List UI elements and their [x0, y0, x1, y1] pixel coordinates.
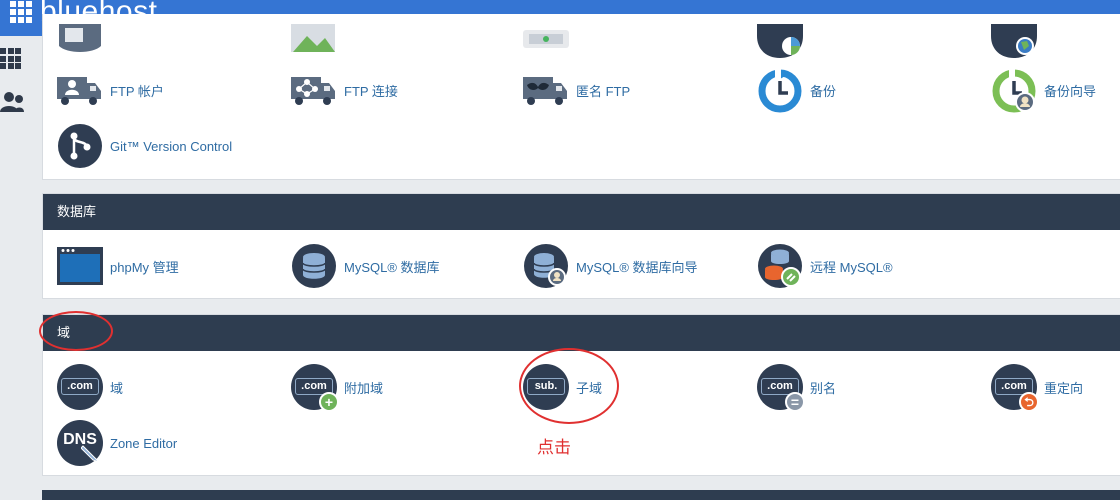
database-wizard-icon — [524, 244, 568, 288]
domains-section-header[interactable]: 域 — [43, 315, 1120, 351]
left-rail — [0, 36, 24, 500]
dns-zone-editor-icon: DNS — [57, 420, 103, 466]
database-icon — [292, 244, 336, 288]
tool-label: phpMy 管理 — [110, 259, 179, 275]
tool-label: 备份向导 — [1044, 83, 1097, 99]
tool-label: 远程 MySQL® — [810, 259, 893, 275]
users-icon[interactable] — [0, 90, 24, 116]
tool-label: 备份 — [810, 83, 837, 99]
domain-com-icon: .com — [57, 364, 103, 410]
git-icon — [58, 124, 102, 168]
ftp-connections-icon — [291, 77, 335, 105]
tool-label: MySQL® 数据库向导 — [576, 259, 698, 275]
plus-icon: + — [319, 392, 339, 412]
pencil-icon — [81, 445, 100, 463]
tool-label: MySQL® 数据库 — [344, 259, 440, 275]
next-panel — [42, 490, 1120, 500]
annotation-ellipse-subdomains — [519, 348, 619, 424]
anonymous-ftp-icon — [523, 77, 567, 105]
tool-label: 附加域 — [344, 380, 384, 396]
tool-label: Zone Editor — [110, 435, 178, 451]
annotation-ellipse-domains-header — [39, 311, 113, 351]
databases-section-header[interactable]: 数据库 — [43, 194, 1120, 230]
partial-top-icon-3 — [523, 30, 569, 48]
tool-label: 域 — [110, 380, 124, 396]
tool-label: 重定向 — [1044, 380, 1084, 396]
tool-label: FTP 连接 — [344, 83, 398, 99]
redirect-icon: .com ⮌ — [991, 364, 1039, 412]
anonymous-ftp-tool[interactable]: 匿名 FTP — [523, 66, 630, 114]
partial-top-icon-4 — [757, 24, 803, 58]
ftp-connections-tool[interactable]: FTP 连接 — [291, 66, 398, 114]
phpmyadmin-tool[interactable]: phpMy 管理 — [57, 242, 179, 290]
partial-top-icon-2 — [291, 24, 335, 52]
mysql-databases-tool[interactable]: MySQL® 数据库 — [291, 242, 440, 290]
tool-label: Git™ Version Control — [110, 138, 233, 154]
aliases-tool[interactable]: .com = 别名 — [757, 363, 837, 412]
redirect-arrow-icon: ⮌ — [1019, 392, 1039, 412]
annotation-click-text: 点击 — [537, 438, 571, 457]
alias-icon: .com = — [757, 364, 805, 412]
apps-grid-icon[interactable] — [0, 48, 21, 69]
ftp-accounts-tool[interactable]: FTP 帐户 — [57, 66, 164, 114]
partial-top-icon-5 — [991, 24, 1037, 58]
backup-clock-icon — [758, 67, 802, 113]
ftp-accounts-icon — [57, 77, 101, 105]
git-version-control-tool[interactable]: Git™ Version Control — [57, 122, 232, 170]
equals-icon: = — [785, 392, 805, 412]
backup-wizard-tool[interactable]: 备份向导 — [991, 66, 1096, 114]
logo-grid-icon — [10, 1, 32, 23]
tool-label: FTP 帐户 — [110, 83, 164, 99]
domains-tool[interactable]: .com 域 — [57, 363, 123, 411]
tool-label: 匿名 FTP — [576, 83, 631, 99]
databases-panel: 数据库 phpMy 管理 MySQL® 数据库 MySQL® 数据库向导 远程 … — [42, 193, 1120, 299]
addon-domain-icon: .com + — [291, 364, 339, 412]
zone-editor-tool[interactable]: DNS Zone Editor — [57, 419, 177, 467]
remote-mysql-tool[interactable]: 远程 MySQL® — [757, 242, 893, 290]
backup-wizard-icon — [992, 67, 1036, 113]
remote-mysql-icon — [758, 244, 802, 288]
tool-label: 别名 — [810, 380, 837, 396]
partial-top-icon-1 — [59, 24, 101, 52]
addon-domains-tool[interactable]: .com + 附加域 — [291, 363, 384, 412]
icon-text: .com — [61, 378, 99, 395]
backup-tool[interactable]: 备份 — [757, 66, 836, 114]
phpmyadmin-icon — [57, 247, 103, 285]
files-panel: FTP 帐户 FTP 连接 匿名 FTP 备份 备份向导 Git™ Versio… — [42, 14, 1120, 180]
redirects-tool[interactable]: .com ⮌ 重定向 — [991, 363, 1084, 412]
mysql-database-wizard-tool[interactable]: MySQL® 数据库向导 — [523, 242, 698, 290]
